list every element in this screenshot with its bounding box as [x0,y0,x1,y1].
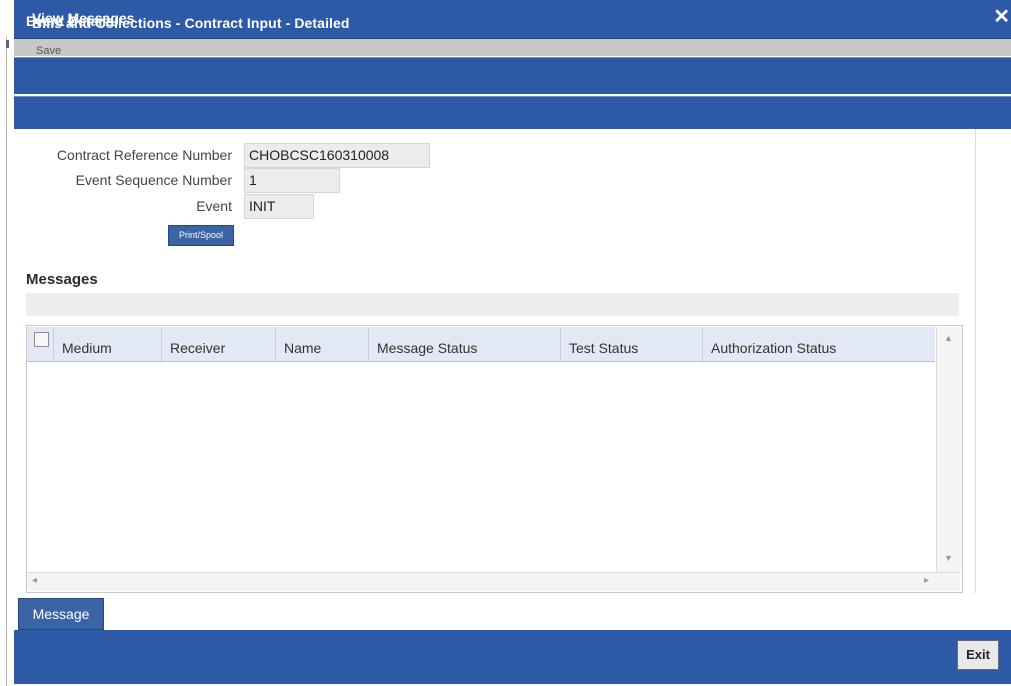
window-left-mark [6,40,9,48]
window-toolbar-strip: Save [14,39,1011,56]
column-header-authorization-status[interactable]: Authorization Status [703,327,935,361]
messages-grid [26,325,963,593]
column-header-name[interactable]: Name [276,327,369,361]
column-header-message-status[interactable]: Message Status [369,327,561,361]
column-header-test-status[interactable]: Test Status [561,327,703,361]
contract-ref-field[interactable]: CHOBCSC160310008 [244,143,430,168]
event-label: Event [196,198,232,214]
contract-ref-label: Contract Reference Number [56,147,232,163]
grid-vertical-scrollbar[interactable] [936,327,961,573]
dialog-right-panel [975,129,1011,593]
view-messages-title: View Messages [32,10,135,26]
scroll-left-icon[interactable]: ◂ [32,575,37,586]
column-header-receiver[interactable]: Receiver [162,327,276,361]
event-seq-field[interactable]: 1 [244,168,340,193]
select-all-checkbox[interactable] [34,332,49,347]
messages-grid-header: Medium Receiver Name Message Status Test… [27,327,935,362]
message-button[interactable]: Message [18,598,104,630]
close-icon[interactable]: ✕ [993,4,1010,29]
dialog-footer [14,630,1011,684]
save-toolbar-label[interactable]: Save [36,45,61,56]
scroll-right-icon[interactable]: ▸ [924,575,929,586]
print-spool-button[interactable]: Print/Spool [168,225,234,246]
view-messages-title-bar [14,96,1011,130]
messages-section-title: Messages [26,271,98,288]
grid-horizontal-scrollbar[interactable] [27,572,960,591]
column-header-medium[interactable]: Medium [54,327,162,361]
event-details-bar [14,57,1011,94]
event-field[interactable]: INIT [244,194,314,219]
messages-grid-toolbar [26,293,959,316]
scroll-up-icon[interactable]: ▲ [944,333,953,343]
event-seq-label: Event Sequence Number [75,172,232,188]
scroll-down-icon[interactable]: ▼ [944,553,953,563]
exit-button[interactable]: Exit [957,640,999,670]
